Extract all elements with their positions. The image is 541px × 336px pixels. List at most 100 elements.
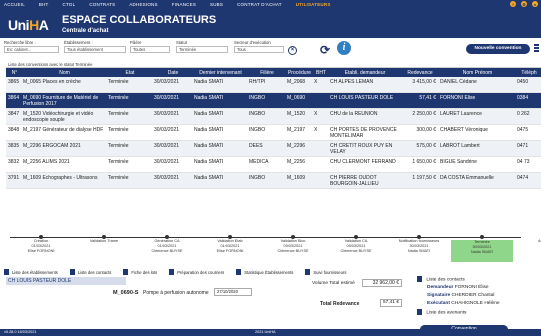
filter-bar: Recherche libre : Ex: cabinet... Établis… xyxy=(4,40,424,60)
user-icon[interactable]: ● xyxy=(532,1,538,7)
workflow-step-user: Elise FORNONI xyxy=(27,249,55,253)
col-header-num[interactable]: N° xyxy=(6,70,21,76)
table-cell: LABROT Lambert xyxy=(440,143,480,149)
statut-filter: Statut Terminée xyxy=(176,40,228,53)
statut-select[interactable]: Terminée xyxy=(176,46,228,53)
workflow-progress: Création 01/03/2021 Elise FORNONI Validatio… xyxy=(6,235,541,267)
col-header-filiere[interactable]: Filière xyxy=(247,70,285,76)
info-icon[interactable]: i xyxy=(337,41,351,55)
table-cell: Nadia SMATI xyxy=(194,127,224,133)
table-row[interactable]: 3865 M_0065 Places en crèche Terminée 30/03… xyxy=(6,77,541,93)
table-cell: Terminée xyxy=(108,111,129,117)
col-header-telephone[interactable]: Téléph xyxy=(515,70,541,76)
workflow-step[interactable]: Validation CA 09/03/2021 Clémence BUYSE xyxy=(325,239,387,254)
nav-utilisateurs[interactable]: UTILISATEURS xyxy=(296,2,331,7)
top-right-icons: ? ⚙ ● xyxy=(510,0,538,8)
contacts-link[interactable]: Liste des contacts xyxy=(417,276,465,282)
nav-bht[interactable]: BHT xyxy=(39,2,49,7)
table-cell: CHABERT Véronique xyxy=(440,127,488,133)
workflow-step[interactable]: Terminée 30/03/2021 Nadia SMATI xyxy=(451,240,513,262)
table-cell: INGBO xyxy=(249,175,266,181)
total-redevance-field[interactable]: 57,41 € xyxy=(380,299,402,307)
uniha-logo[interactable]: UniHA xyxy=(8,17,49,33)
workflow-step[interactable]: Validation Bloc 09/03/2021 Clémence BUYSE xyxy=(262,239,324,254)
workflow-step[interactable]: Notification fournisseurs 30/03/2021 Nadia… xyxy=(388,239,450,254)
table-cell: 3 415,00 € xyxy=(412,79,436,85)
avenants-link[interactable]: Liste des avenants xyxy=(417,309,466,315)
filiere-select[interactable]: Toutes xyxy=(130,46,170,53)
col-header-procedure[interactable]: Procédure xyxy=(285,70,312,76)
table-cell: 30/03/2021 xyxy=(154,79,180,85)
etablissement-tab[interactable]: CH LOUIS PASTEUR DOLE xyxy=(6,277,126,285)
workflow-step[interactable]: Annulée xyxy=(514,239,541,244)
nav-contrats[interactable]: CONTRATS xyxy=(89,2,115,7)
table-row[interactable]: 3848 M_2197 Générateur de dialyse HDF Term… xyxy=(6,125,541,141)
workflow-step[interactable]: Validation Trame xyxy=(73,239,135,244)
document-bar: Liste des établissements Liste des conta… xyxy=(4,268,534,276)
col-header-etat[interactable]: État xyxy=(106,70,152,76)
workflow-step-user: Nadia SMATI xyxy=(470,250,494,254)
doc-link-etablissements[interactable]: Liste des établissements xyxy=(4,269,58,275)
col-header-redevance[interactable]: Redevance xyxy=(400,70,438,76)
settings-icon[interactable]: ⚙ xyxy=(521,1,527,7)
col-header-bht[interactable]: BHT xyxy=(312,70,328,76)
table-row[interactable]: 3832 M_2256 ALIMS 2021 Terminée 30/03/2021 N… xyxy=(6,157,541,173)
etablissement-select[interactable]: Tous établissement xyxy=(64,46,126,53)
table-row[interactable]: 3835 M_2296 ERGOCAM 2021 Terminée 30/03/202… xyxy=(6,141,541,157)
table-cell: 30/03/2021 xyxy=(154,143,180,149)
nav-adhesions[interactable]: ADHESIONS xyxy=(129,2,157,7)
table-cell: M_1609 Echographes - Ultrasons xyxy=(23,175,98,181)
workflow-step-user: Clémence BUYSE xyxy=(277,249,309,253)
col-header-nom-prenom[interactable]: Nom Prénom xyxy=(438,70,515,76)
table-row[interactable]: 3864 M_0690 Fourniture de Matériel de Per… xyxy=(6,93,541,109)
filiere-filter: Filière Toutes xyxy=(130,40,170,53)
doc-link-fournisseurs[interactable]: Suivi fournisseurs xyxy=(305,269,346,275)
table-cell: 2 250,00 € xyxy=(412,111,436,117)
table-cell: M_2256 ALIMS 2021 xyxy=(23,159,70,165)
table-row[interactable]: 3791 M_1609 Echographes - Ultrasons Termin… xyxy=(6,173,541,189)
workflow-step[interactable]: Génération CA 01/03/2021 Clémence BUYSE xyxy=(136,239,198,254)
table-cell: CH PORTES DE PROVENCE MONTELIMAR xyxy=(330,127,397,139)
app-header: UniHA ESPACE COLLABORATEURS Centrale d'a… xyxy=(0,8,541,38)
doc-link-courriers[interactable]: Préparation des courriers xyxy=(169,269,224,275)
col-header-nom[interactable]: Nom xyxy=(21,70,106,76)
table-cell: M_0690 xyxy=(287,95,306,101)
nav-subs[interactable]: SUBS xyxy=(210,2,223,7)
doc-link-statistiques[interactable]: Statistique Établissements xyxy=(236,269,293,275)
col-header-etabli[interactable]: Établi. demandeur xyxy=(328,70,400,76)
help-icon[interactable]: ? xyxy=(510,1,516,7)
table-cell: INGBO xyxy=(249,111,266,117)
lot-libelle: Pompe à perfusion autonome xyxy=(143,290,209,296)
col-header-date[interactable]: Date xyxy=(152,70,192,76)
table-cell: 3865 xyxy=(8,79,20,85)
secteur-select[interactable]: Tous xyxy=(234,46,284,53)
nav-contrat-achat[interactable]: CONTRAT D'ACHAT xyxy=(237,2,282,7)
page-title: ESPACE COLLABORATEURS xyxy=(62,14,217,26)
clear-filters-icon[interactable]: × xyxy=(288,46,297,55)
workflow-step[interactable]: Création 01/03/2021 Elise FORNONI xyxy=(10,239,72,254)
workflow-step[interactable]: Validation Etab 01/03/2021 Elise FORNONI xyxy=(199,239,261,254)
table-row[interactable]: 3847 M_1520 Vidéochirurgie et vidéo endos… xyxy=(6,109,541,125)
nav-ctgl[interactable]: CTGL xyxy=(63,2,76,7)
table-cell: Nadia SMATI xyxy=(194,111,224,117)
refresh-icon[interactable]: ⟳ xyxy=(320,43,330,57)
table-cell: M_2197 xyxy=(287,127,306,133)
valeur-field[interactable]: 32 962,00 € xyxy=(362,279,402,287)
table-cell: 30/03/2021 xyxy=(154,111,180,117)
table-cell: M_2296 xyxy=(287,143,306,149)
doc-link-contacts[interactable]: Liste des contacts xyxy=(69,269,111,275)
contacts-panel: Liste des contacts Demandeur FORNONI Éli… xyxy=(417,276,537,315)
table-cell: M_0690 Fourniture de Matériel de Perfusi… xyxy=(23,95,99,107)
table-cell: 3848 xyxy=(8,127,20,133)
keyword-input[interactable]: Ex: cabinet... xyxy=(4,46,59,53)
document-icon xyxy=(123,269,129,275)
new-convention-button[interactable]: Nouvelle convention xyxy=(466,44,530,54)
table-cell: X xyxy=(314,127,318,133)
doc-link-lots[interactable]: Fiche des lots xyxy=(123,269,157,275)
nav-finances[interactable]: FINANCES xyxy=(172,2,196,7)
lot-date-field[interactable]: 27/10/2020 xyxy=(214,288,252,296)
nav-accueil[interactable]: ACCUEIL xyxy=(4,2,25,7)
col-header-intervenant[interactable]: Dernier intervenant xyxy=(192,70,247,76)
menu-icon[interactable] xyxy=(534,44,539,53)
table-cell: CH ALPES LEMAN xyxy=(330,79,374,85)
